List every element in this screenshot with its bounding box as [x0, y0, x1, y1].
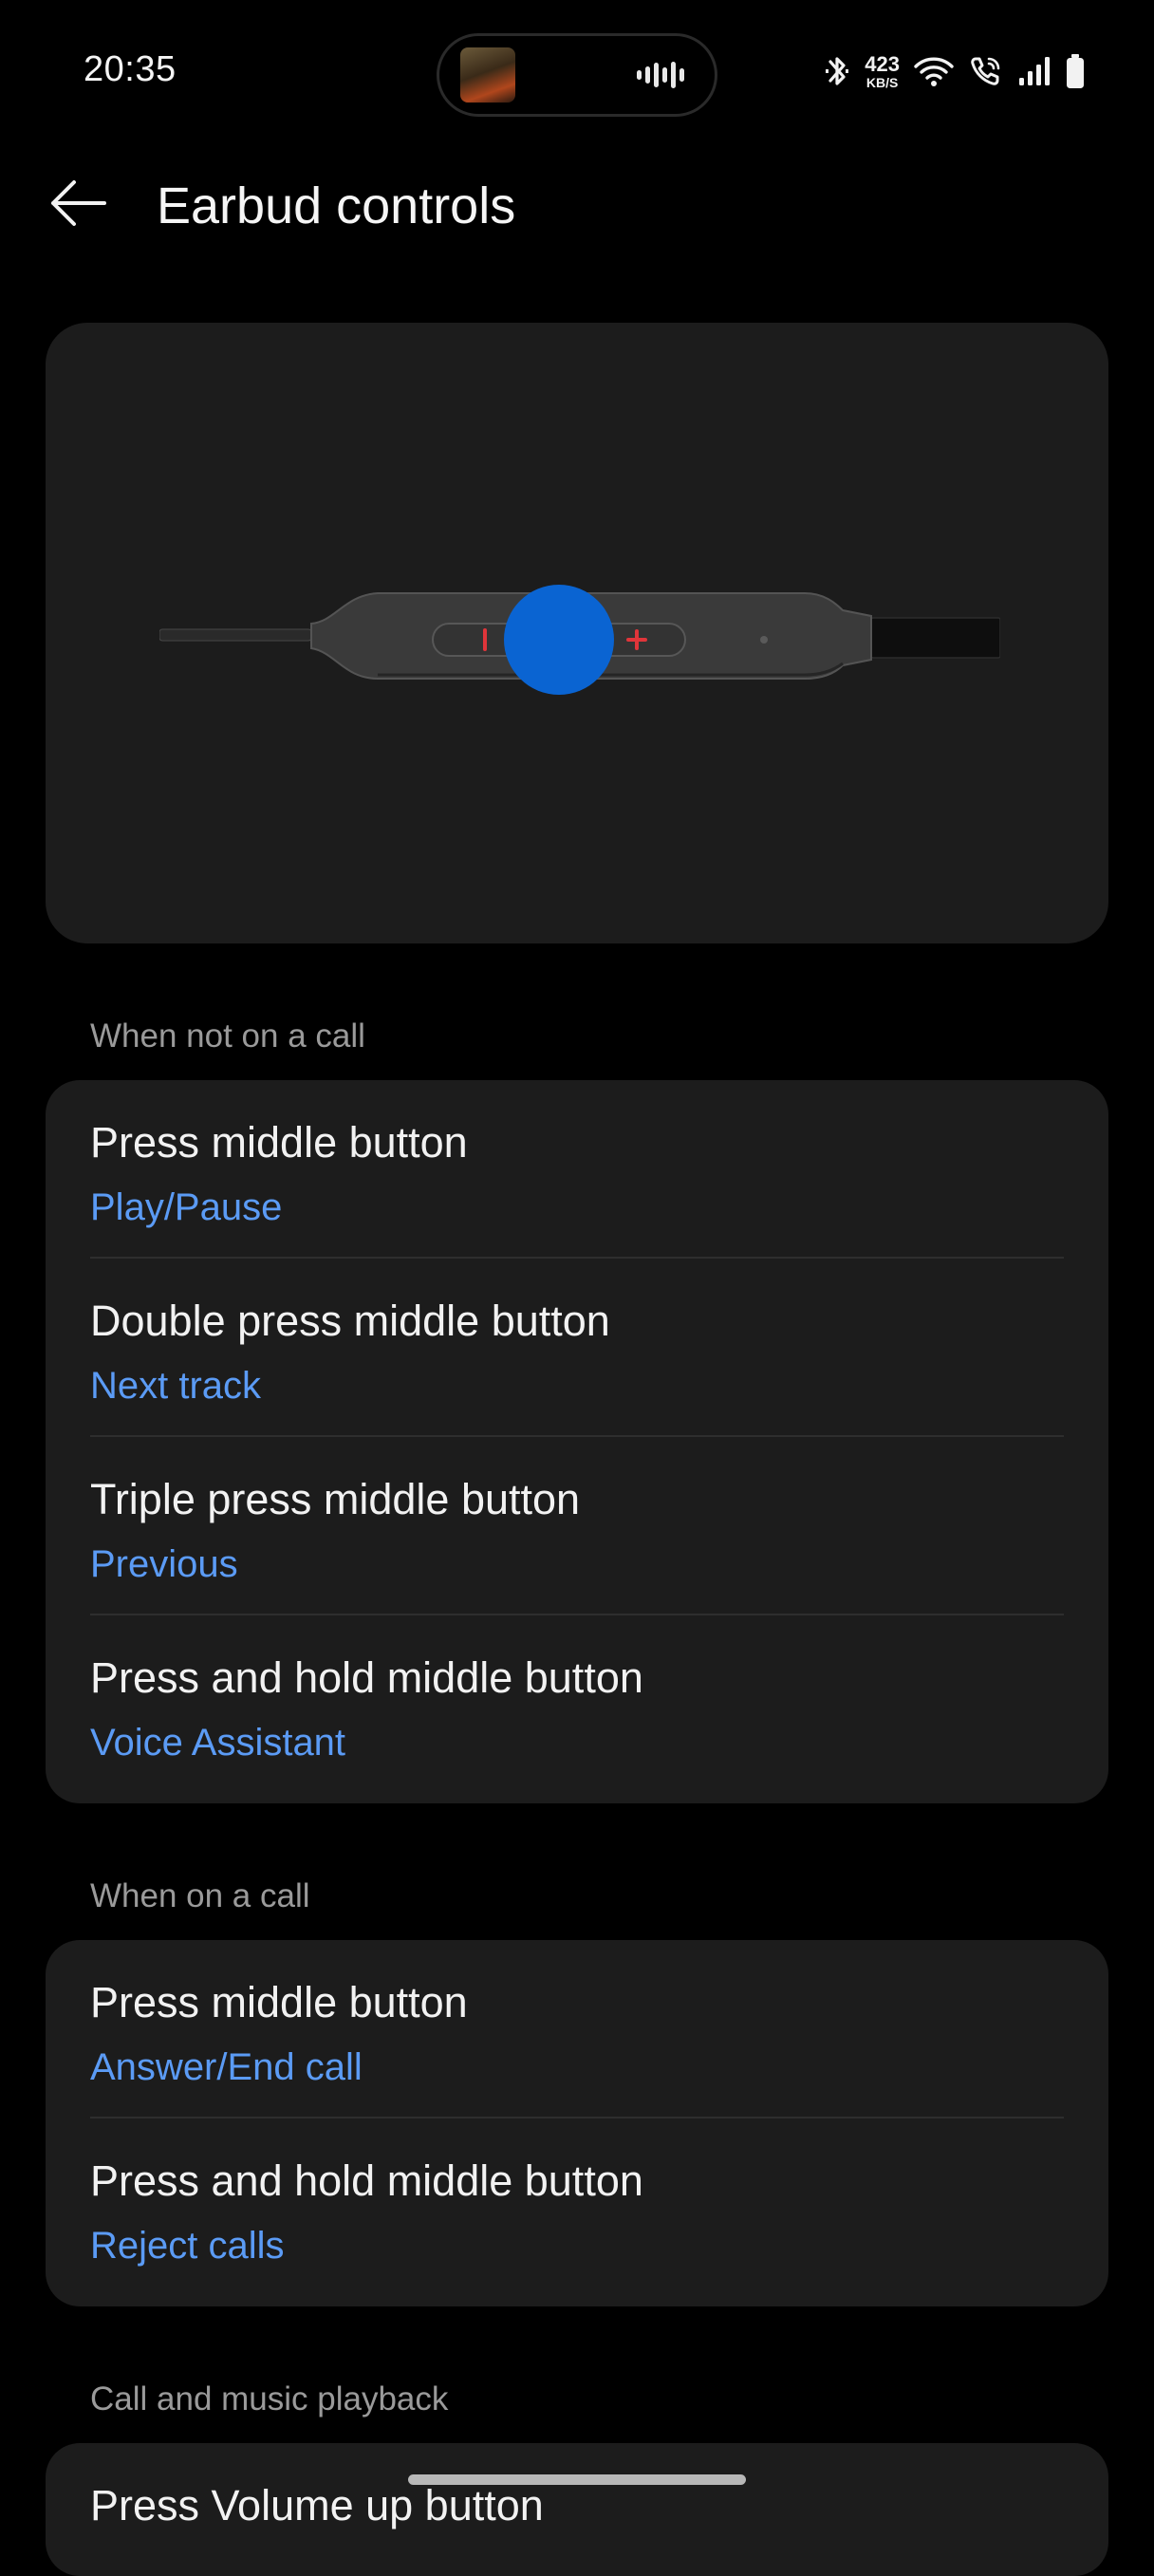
back-button[interactable]	[44, 175, 112, 232]
setting-title: Press middle button	[90, 1118, 468, 1167]
home-indicator[interactable]	[408, 2474, 746, 2485]
section-label-not-on-call: When not on a call	[90, 1017, 365, 1055]
page-title: Earbud controls	[157, 177, 516, 234]
setting-title: Triple press middle button	[90, 1475, 581, 1523]
setting-row-press-hold-middle-call[interactable]: Press and hold middle button Reject call…	[46, 2119, 1108, 2297]
setting-value: Voice Assistant	[90, 1722, 346, 1764]
setting-value: Play/Pause	[90, 1186, 283, 1228]
status-bar: 20:35 423 KB/S	[0, 0, 1154, 152]
setting-value: Previous	[90, 1543, 238, 1585]
battery-icon	[1065, 52, 1086, 90]
on-call-card: Press middle button Answer/End call Pres…	[46, 1940, 1108, 2306]
setting-title: Press and hold middle button	[90, 2156, 643, 2205]
network-speed-unit: KB/S	[866, 74, 899, 90]
section-label-call-music-playback: Call and music playback	[90, 2380, 449, 2417]
setting-row-double-press-middle[interactable]: Double press middle button Next track	[46, 1259, 1108, 1437]
bluetooth-icon	[823, 52, 851, 90]
status-icons: 423 KB/S	[823, 47, 1086, 95]
dynamic-island[interactable]	[437, 33, 717, 117]
signal-icon	[1017, 55, 1052, 87]
setting-value: Reject calls	[90, 2225, 285, 2267]
setting-row-press-hold-middle[interactable]: Press and hold middle button Voice Assis…	[46, 1615, 1108, 1794]
back-arrow-icon	[51, 180, 106, 226]
wifi-icon	[913, 54, 955, 88]
setting-row-press-middle[interactable]: Press middle button Play/Pause	[46, 1080, 1108, 1259]
setting-title: Press middle button	[90, 1978, 468, 2026]
app-header: Earbud controls	[0, 161, 1154, 247]
inline-remote-illustration	[159, 585, 1000, 695]
setting-row-press-volume-up[interactable]: Press Volume up button	[46, 2443, 1108, 2576]
audio-wave-icon	[637, 62, 684, 88]
setting-title: Press and hold middle button	[90, 1653, 643, 1702]
earbud-illustration-card	[46, 323, 1108, 943]
call-music-playback-card: Press Volume up button	[46, 2443, 1108, 2576]
network-speed-value: 423	[865, 51, 900, 76]
setting-value: Next track	[90, 1365, 262, 1407]
setting-title: Press Volume up button	[90, 2481, 544, 2529]
setting-row-triple-press-middle[interactable]: Triple press middle button Previous	[46, 1437, 1108, 1615]
section-label-on-call: When on a call	[90, 1877, 310, 1914]
setting-title: Double press middle button	[90, 1297, 610, 1345]
setting-row-press-middle-call[interactable]: Press middle button Answer/End call	[46, 1940, 1108, 2119]
status-time: 20:35	[84, 49, 177, 89]
media-art-icon	[460, 47, 515, 103]
not-on-call-card: Press middle button Play/Pause Double pr…	[46, 1080, 1108, 1803]
wifi-calling-icon	[968, 53, 1004, 89]
setting-value: Answer/End call	[90, 2046, 363, 2088]
network-speed-indicator: 423 KB/S	[865, 51, 900, 90]
